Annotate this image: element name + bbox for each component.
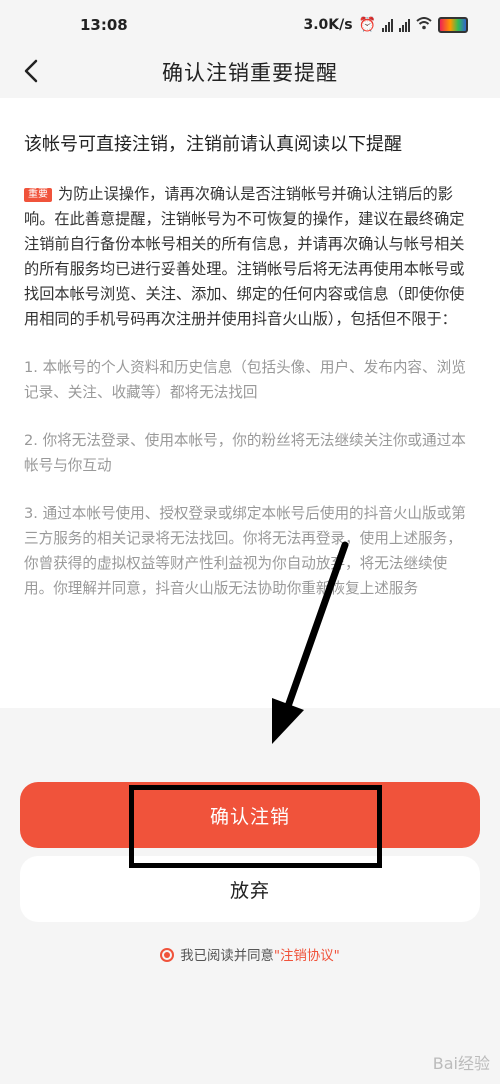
confirm-cancel-account-button[interactable]: 确认注销 <box>20 782 480 848</box>
signal-hd-icon <box>382 18 393 32</box>
status-bar: 13:08 3.0K/s ⏰ <box>0 0 500 50</box>
consequence-item: 2. 你将无法登录、使用本帐号，你的粉丝将无法继续关注你或通过本帐号与你互动 <box>24 432 466 474</box>
agree-text: 我已阅读并同意 <box>180 949 274 964</box>
page-title: 确认注销重要提醒 <box>162 61 338 85</box>
important-tag: 重要 <box>24 188 52 202</box>
agreement-link[interactable]: "注销协议" <box>274 949 340 964</box>
network-speed: 3.0K/s <box>303 17 353 33</box>
back-chevron-icon[interactable] <box>16 56 46 86</box>
action-area: 确认注销 放弃 我已阅读并同意"注销协议" <box>0 708 500 1084</box>
agreement-row[interactable]: 我已阅读并同意"注销协议" <box>0 944 500 964</box>
notice-panel: 该帐号可直接注销，注销前请认真阅读以下提醒 重要 为防止误操作，请再次确认是否注销… <box>0 98 500 708</box>
consequence-item: 3. 通过本帐号使用、授权登录或绑定本帐号后使用的抖音火山版或第三方服务的相关记… <box>24 505 466 597</box>
watermark-logo: Bai经验 <box>432 1054 490 1073</box>
nav-bar: 确认注销重要提醒 <box>0 48 500 96</box>
status-time: 13:08 <box>80 16 128 34</box>
alarm-icon: ⏰ <box>358 17 376 33</box>
signal-hd-icon <box>399 18 410 32</box>
status-icons: 3.0K/s ⏰ <box>303 16 468 34</box>
notice-lead: 该帐号可直接注销，注销前请认真阅读以下提醒 <box>24 134 402 155</box>
consequence-item: 1. 本帐号的个人资料和历史信息（包括头像、用户、发布内容、浏览记录、关注、收藏… <box>24 359 466 401</box>
give-up-button[interactable]: 放弃 <box>20 856 480 922</box>
agree-radio-icon[interactable] <box>160 948 175 962</box>
wifi-icon <box>416 16 432 34</box>
warning-paragraph: 重要 为防止误操作，请再次确认是否注销帐号并确认注销后的影响。在此善意提醒，注销帐… <box>24 182 476 332</box>
warning-text: 为防止误操作，请再次确认是否注销帐号并确认注销后的影响。在此善意提醒，注销帐号为… <box>24 185 465 328</box>
battery-icon <box>438 17 468 33</box>
